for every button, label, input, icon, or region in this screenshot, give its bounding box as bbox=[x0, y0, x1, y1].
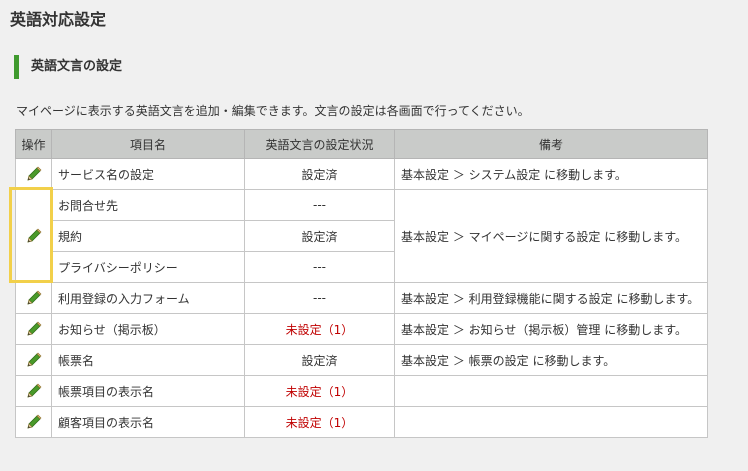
edit-cell bbox=[15, 375, 52, 407]
status-cell: 未設定（1） bbox=[244, 406, 395, 438]
page-title: 英語対応設定 bbox=[10, 10, 107, 29]
status-cell: 未設定（1） bbox=[244, 375, 395, 407]
pencil-icon[interactable] bbox=[25, 165, 43, 183]
item-name: サービス名の設定 bbox=[51, 158, 245, 190]
column-header-status: 英語文言の設定状況 bbox=[244, 129, 395, 159]
table-row: 帳票項目の表示名 未設定（1） bbox=[15, 375, 708, 407]
item-name: プライバシーポリシー bbox=[51, 251, 245, 283]
section-title: 英語文言の設定 bbox=[14, 55, 122, 79]
item-name: 顧客項目の表示名 bbox=[51, 406, 245, 438]
table-row: サービス名の設定 設定済 基本設定 ＞ システム設定 に移動します。 bbox=[15, 158, 708, 190]
pencil-icon[interactable] bbox=[25, 382, 43, 400]
item-name: 規約 bbox=[51, 220, 245, 252]
note-cell: 基本設定 ＞ 利用登録機能に関する設定 に移動します。 bbox=[394, 282, 708, 314]
note-cell: 基本設定 ＞ 帳票の設定 に移動します。 bbox=[394, 344, 708, 376]
note-cell bbox=[394, 406, 708, 438]
item-name: お問合せ先 bbox=[51, 189, 245, 221]
status-cell: 未設定（1） bbox=[244, 313, 395, 345]
column-header-note: 備考 bbox=[394, 129, 708, 159]
table-row: お問合せ先 --- 基本設定 ＞ マイページに関する設定 に移動します。 bbox=[15, 189, 708, 283]
column-header-item: 項目名 bbox=[51, 129, 245, 159]
status-cell: 設定済 bbox=[244, 158, 395, 190]
edit-cell bbox=[15, 344, 52, 376]
table-row: 顧客項目の表示名 未設定（1） bbox=[15, 406, 708, 438]
item-name: 利用登録の入力フォーム bbox=[51, 282, 245, 314]
edit-cell bbox=[15, 406, 52, 438]
pencil-icon[interactable] bbox=[25, 351, 43, 369]
status-cell: --- bbox=[244, 282, 395, 314]
status-cell: 設定済 bbox=[244, 344, 395, 376]
settings-table: 操作 項目名 英語文言の設定状況 備考 サービス名の設定 設定済 基本設定 ＞ シス… bbox=[15, 129, 708, 438]
item-name: 帳票項目の表示名 bbox=[51, 375, 245, 407]
table-row: 帳票名 設定済 基本設定 ＞ 帳票の設定 に移動します。 bbox=[15, 344, 708, 376]
description-text: マイページに表示する英語文言を追加・編集できます。文言の設定は各画面で行ってくだ… bbox=[16, 104, 530, 118]
note-cell bbox=[394, 375, 708, 407]
item-name: 帳票名 bbox=[51, 344, 245, 376]
note-cell: 基本設定 ＞ マイページに関する設定 に移動します。 bbox=[394, 189, 708, 283]
status-cell: --- bbox=[244, 251, 395, 283]
item-name: お知らせ（掲示板） bbox=[51, 313, 245, 345]
status-cell: --- bbox=[244, 189, 395, 221]
edit-cell bbox=[15, 313, 52, 345]
table-row: お知らせ（掲示板） 未設定（1） 基本設定 ＞ お知らせ（掲示板）管理 に移動します… bbox=[15, 313, 708, 345]
pencil-icon[interactable] bbox=[25, 320, 43, 338]
pencil-icon[interactable] bbox=[25, 413, 43, 431]
column-header-op: 操作 bbox=[15, 129, 52, 159]
pencil-icon[interactable] bbox=[25, 227, 43, 245]
edit-cell bbox=[15, 158, 52, 190]
edit-cell bbox=[15, 282, 52, 314]
edit-cell bbox=[15, 189, 52, 283]
table-row: 利用登録の入力フォーム --- 基本設定 ＞ 利用登録機能に関する設定 に移動します… bbox=[15, 282, 708, 314]
note-cell: 基本設定 ＞ システム設定 に移動します。 bbox=[394, 158, 708, 190]
table-header-row: 操作 項目名 英語文言の設定状況 備考 bbox=[15, 129, 708, 159]
note-cell: 基本設定 ＞ お知らせ（掲示板）管理 に移動します。 bbox=[394, 313, 708, 345]
status-cell: 設定済 bbox=[244, 220, 395, 252]
pencil-icon[interactable] bbox=[25, 289, 43, 307]
